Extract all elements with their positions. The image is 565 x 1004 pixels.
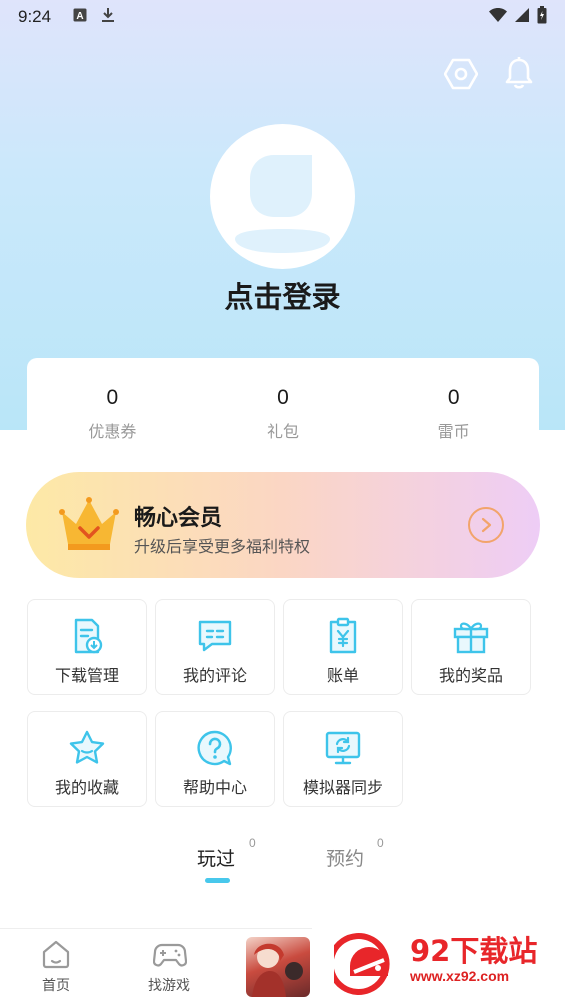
stat-coins[interactable]: 0 雷币 — [368, 358, 539, 458]
gift-icon — [452, 617, 490, 655]
tab-reserved[interactable]: 预约 — [326, 844, 364, 871]
settings-hex-icon[interactable] — [443, 56, 479, 92]
tab-played-count: 0 — [249, 836, 256, 850]
menu-item-bill[interactable]: 账单 — [283, 599, 403, 695]
stat-label: 雷币 — [437, 422, 470, 441]
tab-indicator — [205, 878, 230, 883]
menu-item-label: 我的评论 — [182, 666, 247, 685]
stat-gifts[interactable]: 0 礼包 — [198, 358, 369, 458]
stat-value: 0 — [277, 386, 289, 409]
featured-game-thumbnail[interactable] — [246, 937, 310, 997]
bell-icon[interactable] — [501, 56, 537, 92]
stat-value: 0 — [106, 386, 119, 409]
history-tabs: 玩过 0 预约 0 — [0, 836, 565, 896]
svg-text:A: A — [76, 11, 83, 22]
menu-item-downloads[interactable]: 下载管理 — [27, 599, 147, 695]
nav-find-games[interactable]: 找游戏 — [129, 939, 209, 995]
menu-item-label: 我的奖品 — [438, 666, 503, 685]
wifi-icon — [489, 7, 507, 27]
help-icon — [196, 729, 234, 767]
menu-item-help[interactable]: 帮助中心 — [155, 711, 275, 807]
menu-item-label: 我的收藏 — [54, 778, 119, 797]
download-doc-icon — [68, 617, 106, 655]
menu-item-comments[interactable]: 我的评论 — [155, 599, 275, 695]
vip-banner[interactable]: 畅心会员 升级后享受更多福利特权 — [26, 472, 540, 578]
keyboard-a-icon: A — [73, 7, 87, 27]
watermark-title: 92下载站 — [410, 934, 538, 968]
menu-item-label: 帮助中心 — [182, 778, 247, 797]
battery-icon — [537, 5, 547, 29]
sync-monitor-icon — [324, 729, 362, 767]
watermark-logo-icon — [327, 932, 404, 996]
stat-label: 优惠券 — [88, 422, 137, 441]
download-status-icon — [101, 7, 115, 28]
crown-icon — [58, 494, 120, 554]
stat-label: 礼包 — [267, 422, 300, 441]
comment-icon — [196, 617, 234, 655]
nav-label: 首页 — [42, 978, 70, 994]
avatar[interactable] — [210, 124, 355, 269]
bill-icon — [324, 617, 362, 655]
home-icon — [40, 939, 72, 969]
tab-reserved-count: 0 — [377, 836, 384, 850]
login-button[interactable]: 点击登录 — [0, 274, 565, 316]
site-watermark: 92下载站 www.xz92.com — [312, 918, 565, 1004]
header-actions — [443, 56, 537, 92]
menu-item-prizes[interactable]: 我的奖品 — [411, 599, 531, 695]
watermark-url: www.xz92.com — [410, 968, 510, 984]
nav-home[interactable]: 首页 — [16, 939, 96, 995]
signal-icon — [515, 7, 529, 27]
nav-label: 找游戏 — [148, 978, 190, 994]
stat-coupons[interactable]: 0 优惠券 — [27, 358, 198, 458]
menu-item-favorites[interactable]: 我的收藏 — [27, 711, 147, 807]
tab-played[interactable]: 玩过 — [197, 844, 235, 871]
status-time: 9:24 — [18, 7, 52, 26]
gamepad-icon — [152, 939, 188, 969]
menu-item-label: 账单 — [326, 666, 359, 685]
status-bar: 9:24 A — [0, 0, 565, 34]
menu-item-label: 下载管理 — [54, 666, 119, 685]
default-avatar-icon — [235, 155, 330, 253]
star-icon — [68, 729, 106, 767]
menu-item-emulator-sync[interactable]: 模拟器同步 — [283, 711, 403, 807]
stat-value: 0 — [447, 386, 460, 409]
vip-title: 畅心会员 — [134, 506, 223, 531]
menu-item-label: 模拟器同步 — [302, 778, 383, 797]
chevron-right-icon[interactable] — [468, 507, 504, 543]
stats-card: 0 优惠券 0 礼包 0 雷币 — [27, 358, 539, 458]
vip-subtitle: 升级后享受更多福利特权 — [134, 537, 311, 556]
